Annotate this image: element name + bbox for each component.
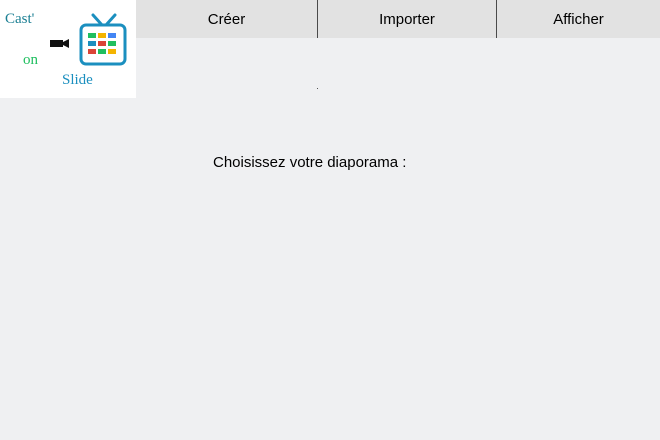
logo-word-cast: Cast' (5, 11, 35, 27)
menu-item-importer[interactable]: Importer (318, 0, 497, 38)
menu-item-afficher[interactable]: Afficher (497, 0, 660, 38)
stray-dot (317, 88, 318, 89)
top-menu-bar: Créer Importer Afficher (136, 0, 660, 38)
logo-word-slide: Slide (62, 72, 93, 88)
video-camera-icon (50, 39, 69, 48)
tv-icon (79, 13, 127, 66)
app-logo: Cast' on Slide (0, 0, 136, 98)
slideshow-prompt-label: Choisissez votre diaporama : (213, 154, 407, 171)
logo-word-on: on (23, 52, 38, 68)
menu-item-creer[interactable]: Créer (136, 0, 318, 38)
